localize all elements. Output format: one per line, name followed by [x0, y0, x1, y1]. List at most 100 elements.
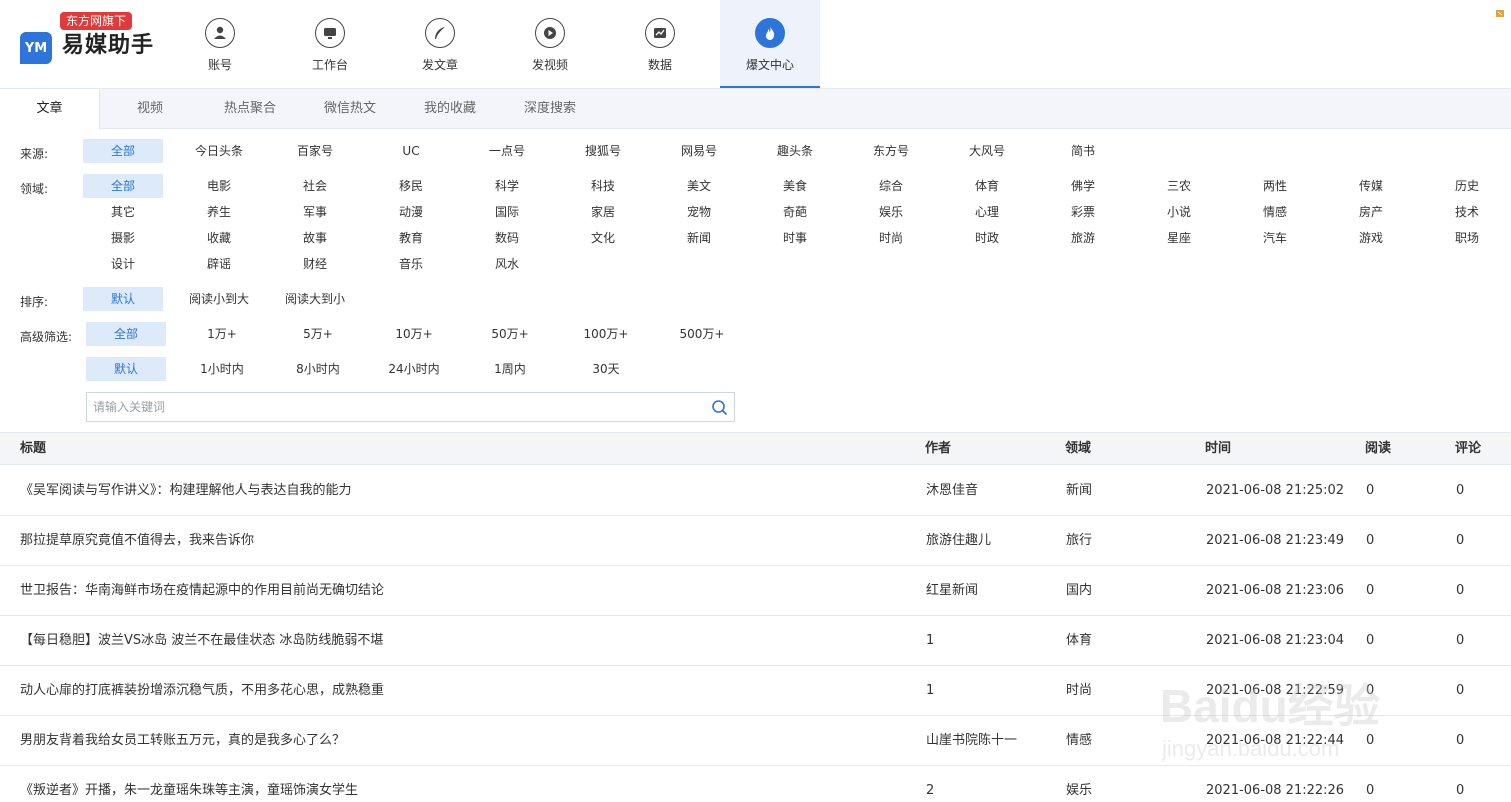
- domain-option[interactable]: 综合: [851, 174, 931, 198]
- domain-option[interactable]: 社会: [275, 174, 355, 198]
- source-option[interactable]: 一点号: [467, 139, 547, 163]
- domain-option[interactable]: 游戏: [1331, 226, 1411, 250]
- domain-option[interactable]: 美食: [755, 174, 835, 198]
- domain-option[interactable]: 技术: [1427, 200, 1507, 224]
- domain-option[interactable]: 心理: [947, 200, 1027, 224]
- table-row[interactable]: 动人心扉的打底裤装扮增添沉稳气质，不用多花心思，成熟稳重 1 时尚 2021-06-0…: [0, 666, 1511, 716]
- domain-option[interactable]: 家居: [563, 200, 643, 224]
- reads-option[interactable]: 500万+: [662, 322, 742, 346]
- table-row[interactable]: 世卫报告：华南海鲜市场在疫情起源中的作用目前尚无确切结论 红星新闻 国内 2021-0…: [0, 566, 1511, 616]
- domain-option[interactable]: 两性: [1235, 174, 1315, 198]
- tab-favorites[interactable]: 我的收藏: [400, 89, 500, 129]
- source-option[interactable]: 百家号: [275, 139, 355, 163]
- article-title[interactable]: 动人心扉的打底裤装扮增添沉稳气质，不用多花心思，成熟稳重: [20, 666, 384, 716]
- domain-option[interactable]: 彩票: [1043, 200, 1123, 224]
- domain-option[interactable]: 奇葩: [755, 200, 835, 224]
- tab-hot-topics[interactable]: 热点聚合: [200, 89, 300, 129]
- domain-option[interactable]: 情感: [1235, 200, 1315, 224]
- domain-option[interactable]: 时事: [755, 226, 835, 250]
- article-title[interactable]: 那拉提草原究竟值不值得去，我来告诉你: [20, 516, 254, 566]
- domain-option[interactable]: 移民: [371, 174, 451, 198]
- domain-option[interactable]: 军事: [275, 200, 355, 224]
- domain-option[interactable]: 职场: [1427, 226, 1507, 250]
- reads-option[interactable]: 10万+: [374, 322, 454, 346]
- domain-option[interactable]: 养生: [179, 200, 259, 224]
- domain-option[interactable]: 财经: [275, 252, 355, 276]
- domain-option[interactable]: 教育: [371, 226, 451, 250]
- domain-option[interactable]: 汽车: [1235, 226, 1315, 250]
- col-author[interactable]: 作者: [925, 433, 951, 465]
- source-option[interactable]: 全部: [83, 139, 163, 163]
- tab-video[interactable]: 视频: [100, 89, 200, 129]
- domain-option[interactable]: 体育: [947, 174, 1027, 198]
- reads-option[interactable]: 100万+: [566, 322, 646, 346]
- time-option[interactable]: 1小时内: [182, 357, 262, 381]
- col-comments[interactable]: 评论: [1455, 433, 1481, 465]
- nav-post-article[interactable]: 发文章: [390, 0, 490, 88]
- domain-option[interactable]: 娱乐: [851, 200, 931, 224]
- domain-option[interactable]: 国际: [467, 200, 547, 224]
- time-option[interactable]: 8小时内: [278, 357, 358, 381]
- domain-option[interactable]: 时政: [947, 226, 1027, 250]
- table-row[interactable]: 那拉提草原究竟值不值得去，我来告诉你 旅游住趣儿 旅行 2021-06-08 21:2…: [0, 516, 1511, 566]
- domain-option[interactable]: 科技: [563, 174, 643, 198]
- domain-option[interactable]: 小说: [1139, 200, 1219, 224]
- domain-option[interactable]: 风水: [467, 252, 547, 276]
- article-title[interactable]: 男朋友背着我给女员工转账五万元，真的是我多心了么？: [20, 716, 345, 766]
- domain-option[interactable]: 三农: [1139, 174, 1219, 198]
- sort-option[interactable]: 阅读小到大: [179, 287, 259, 311]
- domain-option[interactable]: 旅游: [1043, 226, 1123, 250]
- domain-option[interactable]: 星座: [1139, 226, 1219, 250]
- domain-option[interactable]: 设计: [83, 252, 163, 276]
- nav-workbench[interactable]: 工作台: [280, 0, 380, 88]
- article-title[interactable]: 《叛逆者》开播，朱一龙童瑶朱珠等主演，童瑶饰演女学生: [20, 766, 358, 802]
- source-option[interactable]: 搜狐号: [563, 139, 643, 163]
- col-time[interactable]: 时间: [1205, 433, 1231, 465]
- col-title[interactable]: 标题: [20, 433, 46, 465]
- table-row[interactable]: 男朋友背着我给女员工转账五万元，真的是我多心了么？ 山崖书院陈十一 情感 2021-0…: [0, 716, 1511, 766]
- domain-option[interactable]: 收藏: [179, 226, 259, 250]
- domain-option[interactable]: 全部: [83, 174, 163, 198]
- sort-option[interactable]: 默认: [83, 287, 163, 311]
- source-option[interactable]: 大风号: [947, 139, 1027, 163]
- domain-option[interactable]: 文化: [563, 226, 643, 250]
- reads-option[interactable]: 50万+: [470, 322, 550, 346]
- domain-option[interactable]: 摄影: [83, 226, 163, 250]
- source-option[interactable]: 东方号: [851, 139, 931, 163]
- domain-option[interactable]: 房产: [1331, 200, 1411, 224]
- source-option[interactable]: 趣头条: [755, 139, 835, 163]
- article-title[interactable]: 【每日稳胆】波兰VS冰岛 波兰不在最佳状态 冰岛防线脆弱不堪: [20, 616, 383, 666]
- reads-option[interactable]: 1万+: [182, 322, 262, 346]
- source-option[interactable]: UC: [371, 139, 451, 163]
- table-row[interactable]: 《吴军阅读与写作讲义》：构建理解他人与表达自我的能力 沐恩佳音 新闻 2021-06-…: [0, 466, 1511, 516]
- domain-option[interactable]: 动漫: [371, 200, 451, 224]
- article-title[interactable]: 世卫报告：华南海鲜市场在疫情起源中的作用目前尚无确切结论: [20, 566, 384, 616]
- domain-option[interactable]: 音乐: [371, 252, 451, 276]
- reads-option[interactable]: 5万+: [278, 322, 358, 346]
- domain-option[interactable]: 历史: [1427, 174, 1507, 198]
- table-row[interactable]: 《叛逆者》开播，朱一龙童瑶朱珠等主演，童瑶饰演女学生 2 娱乐 2021-06-08 …: [0, 766, 1511, 802]
- time-option[interactable]: 默认: [86, 357, 166, 381]
- domain-option[interactable]: 数码: [467, 226, 547, 250]
- tab-article[interactable]: 文章: [0, 89, 100, 130]
- time-option[interactable]: 24小时内: [374, 357, 454, 381]
- domain-option[interactable]: 美文: [659, 174, 739, 198]
- domain-option[interactable]: 佛学: [1043, 174, 1123, 198]
- col-domain[interactable]: 领域: [1065, 433, 1091, 465]
- domain-option[interactable]: 电影: [179, 174, 259, 198]
- source-option[interactable]: 网易号: [659, 139, 739, 163]
- search-input[interactable]: [87, 393, 687, 421]
- reads-option[interactable]: 全部: [86, 322, 166, 346]
- nav-hot-articles[interactable]: 爆文中心: [720, 0, 820, 88]
- nav-data[interactable]: 数据: [610, 0, 710, 88]
- nav-account[interactable]: 账号: [170, 0, 270, 88]
- app-logo[interactable]: 东方网旗下 YM 易媒助手: [20, 12, 170, 72]
- col-reads[interactable]: 阅读: [1365, 433, 1391, 465]
- source-option[interactable]: 简书: [1043, 139, 1123, 163]
- domain-option[interactable]: 传媒: [1331, 174, 1411, 198]
- domain-option[interactable]: 时尚: [851, 226, 931, 250]
- source-option[interactable]: 今日头条: [179, 139, 259, 163]
- time-option[interactable]: 30天: [566, 357, 646, 381]
- table-row[interactable]: 【每日稳胆】波兰VS冰岛 波兰不在最佳状态 冰岛防线脆弱不堪 1 体育 2021-06…: [0, 616, 1511, 666]
- domain-option[interactable]: 故事: [275, 226, 355, 250]
